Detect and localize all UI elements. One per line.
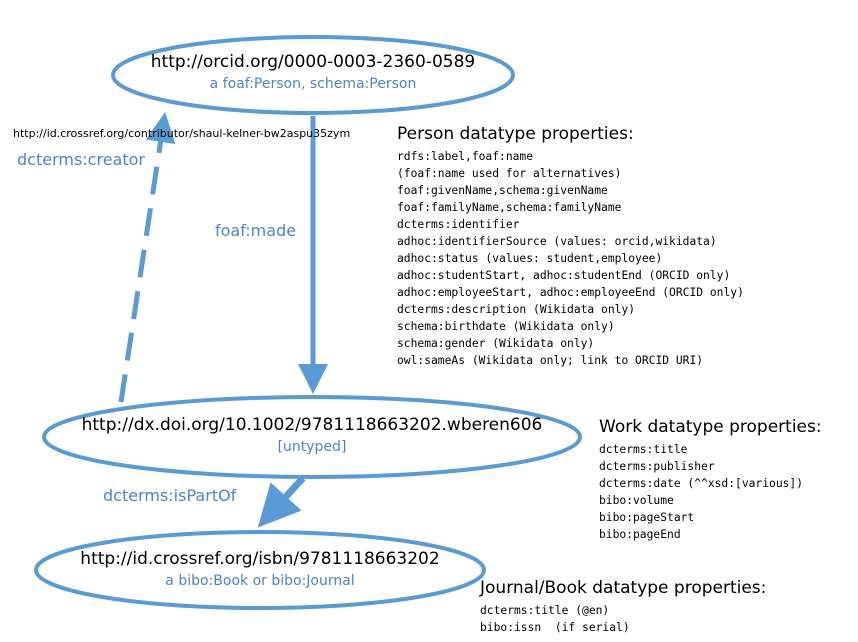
person-node-uri: http://orcid.org/0000-0003-2360-0589 <box>150 52 476 72</box>
is-part-of-edge <box>257 475 306 528</box>
container-node-type: a bibo:Book or bibo:Journal <box>165 573 355 589</box>
made-edge-label: foaf:made <box>215 221 297 240</box>
creator-edge-label: dcterms:creator <box>17 150 145 169</box>
person-properties-list: rdfs:label,foaf:name (foaf:name used for… <box>397 148 744 369</box>
container-node-uri: http://id.crossref.org/isbn/978111866320… <box>80 549 440 569</box>
journal-properties-title: Journal/Book datatype properties: <box>480 578 767 598</box>
work-node-uri: http://dx.doi.org/10.1002/9781118663202.… <box>81 415 543 435</box>
property-item: (foaf:name used for alternatives) <box>397 167 622 180</box>
property-item: bibo:volume <box>599 494 674 507</box>
property-item: dcterms:title <box>599 443 688 456</box>
property-item: bibo:issn (if serial) <box>480 621 630 634</box>
person-properties: Person datatype properties: rdfs:label,f… <box>397 124 744 369</box>
contributor-uri: http://id.crossref.org/contributor/shaul… <box>13 127 351 140</box>
property-item: dcterms:date (^^xsd:[various]) <box>599 477 804 490</box>
work-node: http://dx.doi.org/10.1002/9781118663202.… <box>44 415 580 455</box>
property-item: adhoc:employeeStart, adhoc:employeeEnd (… <box>397 286 744 299</box>
journal-properties-list: dcterms:title (@en) bibo:issn (if serial… <box>480 602 766 636</box>
property-item: foaf:givenName,schema:givenName <box>397 184 608 197</box>
property-item: bibo:pageStart <box>599 511 695 524</box>
container-node: http://id.crossref.org/isbn/978111866320… <box>36 549 484 589</box>
property-item: dcterms:identifier <box>397 218 520 231</box>
property-item: adhoc:identifierSource (values: orcid,wi… <box>397 235 717 248</box>
property-item: rdfs:label,foaf:name <box>397 150 534 163</box>
is-part-of-edge-label: dcterms:isPartOf <box>103 486 237 505</box>
property-item: foaf:familyName,schema:familyName <box>397 201 622 214</box>
property-item: bibo:pageEnd <box>599 528 681 541</box>
person-properties-title: Person datatype properties: <box>397 124 634 144</box>
work-node-type: [untyped] <box>277 439 347 455</box>
work-properties-list: dcterms:title dcterms:publisher dcterms:… <box>599 441 822 543</box>
person-node-type: a foaf:Person, schema:Person <box>209 76 417 92</box>
property-item: dcterms:description (Wikidata only) <box>397 303 636 316</box>
work-properties-title: Work datatype properties: <box>599 417 822 437</box>
property-item: dcterms:title (@en) <box>480 604 610 617</box>
property-item: schema:birthdate (Wikidata only) <box>397 320 615 333</box>
journal-properties: Journal/Book datatype properties: dcterm… <box>480 578 766 636</box>
property-item: adhoc:studentStart, adhoc:studentEnd (OR… <box>397 269 731 282</box>
person-node: http://orcid.org/0000-0003-2360-0589 a f… <box>113 52 513 92</box>
property-item: dcterms:publisher <box>599 460 715 473</box>
work-properties: Work datatype properties: dcterms:title … <box>599 417 822 543</box>
property-item: adhoc:status (values: student,employee) <box>397 252 663 265</box>
property-item: owl:sameAs (Wikidata only; link to ORCID… <box>397 354 704 367</box>
property-item: schema:gender (Wikidata only) <box>397 337 595 350</box>
